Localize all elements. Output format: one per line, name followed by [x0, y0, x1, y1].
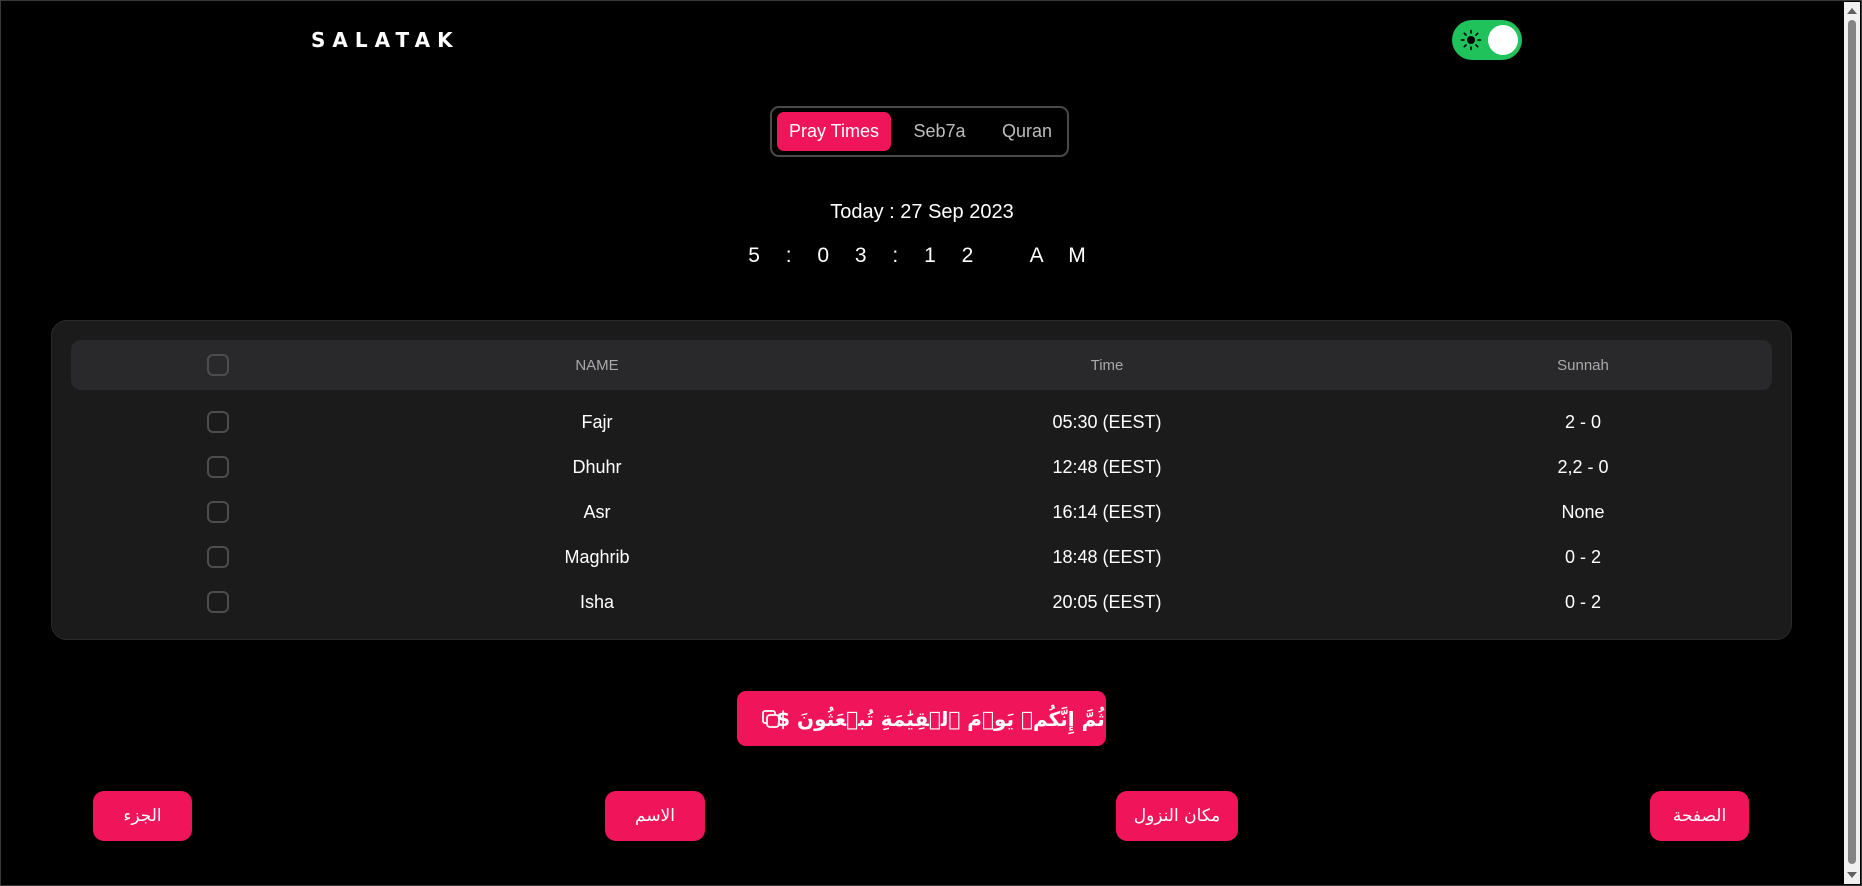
- row-checkbox[interactable]: [207, 501, 229, 523]
- table-row: Maghrib 18:48 (EEST) 0 - 2: [71, 535, 1772, 580]
- header-sunnah: Sunnah: [1557, 357, 1609, 374]
- verse-text: ثُمَّ إِنَّكُمۡ يَوۡمَ ٱلۡقِيَٰمَةِ تُبۡ…: [776, 706, 1105, 731]
- header-name: NAME: [575, 357, 619, 374]
- surah-name-button[interactable]: الاسم: [605, 791, 705, 841]
- select-all-checkbox[interactable]: [207, 354, 229, 376]
- prayer-sunnah: 2,2 - 0: [1557, 457, 1609, 477]
- tab-pray-times[interactable]: Pray Times: [777, 112, 891, 151]
- prayer-name: Fajr: [581, 412, 613, 432]
- prayer-sunnah: 0 - 2: [1564, 547, 1602, 567]
- table-row: Fajr 05:30 (EEST) 2 - 0: [71, 400, 1772, 445]
- prayer-sunnah: 2 - 0: [1564, 412, 1602, 432]
- scroll-up-icon[interactable]: [1847, 8, 1857, 14]
- page-button[interactable]: الصفحة: [1650, 791, 1749, 841]
- tab-quran[interactable]: Quran: [988, 112, 1066, 151]
- prayer-name: Isha: [579, 592, 615, 612]
- row-checkbox[interactable]: [207, 411, 229, 433]
- row-checkbox[interactable]: [207, 546, 229, 568]
- vertical-scrollbar[interactable]: [1844, 2, 1860, 884]
- scrollbar-thumb[interactable]: [1848, 20, 1856, 864]
- juz-button[interactable]: الجزء: [93, 791, 192, 841]
- prayer-time: 05:30 (EEST): [1052, 412, 1162, 432]
- table-row: Dhuhr 12:48 (EEST) 2,2 - 0: [71, 445, 1772, 490]
- prayer-name: Maghrib: [564, 547, 630, 567]
- prayer-sunnah: None: [1561, 502, 1605, 522]
- app-window: SALATAK Pray Times Seb7a Quran Today : 2…: [0, 0, 1862, 886]
- table-header: NAME Time Sunnah: [71, 340, 1772, 390]
- prayer-time: 12:48 (EEST): [1052, 457, 1162, 477]
- sun-icon: [1460, 29, 1482, 51]
- tab-seb7a[interactable]: Seb7a: [891, 112, 988, 151]
- live-clock: 5 : 0 3 : 1 2 A M: [748, 244, 1096, 267]
- prayer-sunnah: 0 - 2: [1564, 592, 1602, 612]
- copy-icon[interactable]: [759, 707, 783, 731]
- prayer-name: Dhuhr: [572, 457, 622, 477]
- prayer-time: 20:05 (EEST): [1052, 592, 1162, 612]
- scroll-down-icon[interactable]: [1847, 872, 1857, 878]
- table-row: Isha 20:05 (EEST) 0 - 2: [71, 580, 1772, 625]
- revelation-place-button[interactable]: مكان النزول: [1116, 791, 1238, 841]
- brand-logo: SALATAK: [311, 28, 460, 52]
- row-checkbox[interactable]: [207, 591, 229, 613]
- theme-toggle[interactable]: [1452, 20, 1522, 60]
- main-tabs: Pray Times Seb7a Quran: [770, 106, 1069, 157]
- today-date: Today : 27 Sep 2023: [830, 201, 1014, 223]
- header-time: Time: [1090, 357, 1124, 374]
- row-checkbox[interactable]: [207, 456, 229, 478]
- table-row: Asr 16:14 (EEST) None: [71, 490, 1772, 535]
- random-verse-button[interactable]: ثُمَّ إِنَّكُمۡ يَوۡمَ ٱلۡقِيَٰمَةِ تُبۡ…: [737, 691, 1106, 746]
- toggle-knob: [1488, 25, 1518, 55]
- prayer-time: 18:48 (EEST): [1052, 547, 1162, 567]
- prayer-times-table: NAME Time Sunnah Fajr 05:30 (EEST) 2 - 0…: [51, 320, 1792, 640]
- prayer-name: Asr: [583, 502, 611, 522]
- prayer-time: 16:14 (EEST): [1052, 502, 1162, 522]
